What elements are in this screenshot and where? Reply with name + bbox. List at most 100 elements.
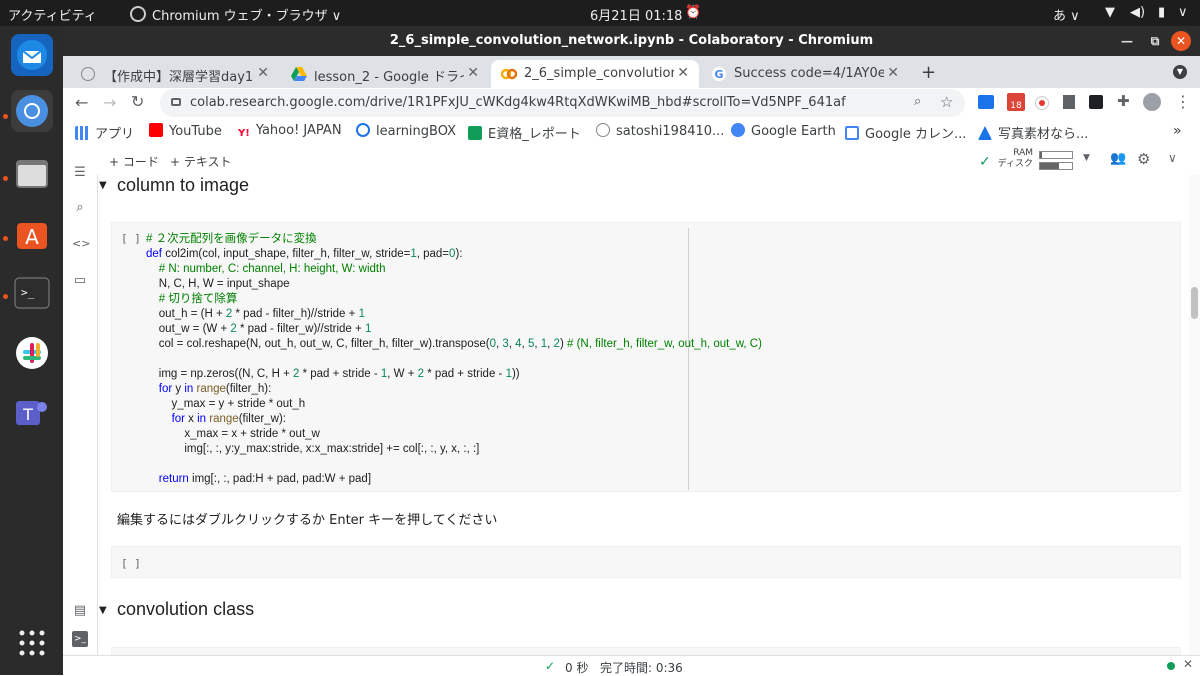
profile-avatar[interactable] — [1143, 93, 1161, 111]
zoom-search-icon[interactable]: ⌕ — [914, 94, 921, 109]
bookmark-learningbox[interactable]: learningBOX — [356, 123, 456, 139]
tab-strip: 【作成中】深層学習day1... ✕ lesson_2 - Google ドライ… — [63, 56, 1200, 88]
slack-icon[interactable] — [11, 332, 53, 374]
reload-button[interactable]: ↻ — [131, 92, 144, 111]
chromium-icon — [130, 6, 146, 22]
bookmark-satoshi[interactable]: satoshi198410... — [596, 123, 724, 139]
volume-icon[interactable]: ◀) — [1130, 5, 1145, 20]
code-snippets-icon[interactable]: <> — [72, 236, 90, 252]
lock-icon[interactable] — [171, 98, 181, 106]
section-collapse-caret-icon[interactable]: ▼ — [99, 605, 107, 616]
terminal-icon[interactable]: >_ — [11, 272, 53, 314]
system-menu-chevron-icon[interactable]: ∨ — [1178, 5, 1188, 20]
empty-code-cell[interactable] — [111, 546, 1181, 578]
address-bar[interactable]: colab.research.google.com/drive/1R1PFxJU… — [160, 89, 965, 117]
forward-button[interactable]: → — [103, 93, 116, 112]
close-tab-icon[interactable]: ✕ — [467, 65, 479, 81]
extension-2-icon[interactable] — [1089, 95, 1103, 109]
section-heading-convolution[interactable]: convolution class — [117, 599, 254, 620]
teams-icon[interactable]: T — [11, 392, 53, 434]
terminal-panel-icon[interactable]: >_ — [72, 631, 88, 647]
bookmarks-bar: アプリ YouTube Y! Yahoo! JAPAN learningBOX E… — [63, 118, 1200, 146]
tab-document[interactable]: 【作成中】深層学習day1... ✕ — [71, 60, 279, 88]
reader-extension-icon[interactable] — [1063, 95, 1075, 109]
svg-text:>_: >_ — [21, 286, 35, 299]
bookmark-google-calendar[interactable]: Google カレン... — [845, 123, 966, 142]
code-line: img = np.zeros((N, C, H + 2 * pad + stri… — [146, 368, 520, 380]
maximize-button[interactable]: ⧉ — [1145, 31, 1165, 51]
status-bar: ✓ 0 秒 完了時間: 0:36 ✕ — [63, 655, 1200, 676]
window-title-bar: 2_6_simple_convolution_network.ipynb - C… — [63, 26, 1200, 56]
scrollbar-thumb[interactable] — [1191, 287, 1198, 319]
code-line: col = col.reshape(N, out_h, out_w, C, fi… — [146, 338, 762, 350]
system-top-bar: アクティビティ Chromium ウェブ・ブラウザ ∨ 6月21日 01:18 … — [0, 0, 1200, 26]
ram-meter[interactable] — [1039, 151, 1073, 159]
activities-button[interactable]: アクティビティ — [8, 5, 97, 24]
browser-menu-icon[interactable]: ⋮ — [1175, 92, 1191, 111]
bookmark-photo[interactable]: 写真素材なら... — [978, 123, 1088, 142]
search-icon[interactable]: ⌕ — [72, 200, 88, 216]
tab-colab[interactable]: 2_6_simple_convolution_n ✕ — [491, 60, 699, 88]
battery-icon[interactable]: ▮ — [1158, 5, 1165, 20]
gmail-extension-icon[interactable]: 18 — [1007, 93, 1025, 111]
wifi-icon[interactable]: ▼ — [1105, 5, 1115, 20]
tab-google-drive[interactable]: lesson_2 - Google ドライブ ✕ — [281, 60, 489, 88]
code-editor[interactable]: # ２次元配列を画像データに変換 def col2im(col, input_s… — [146, 232, 762, 487]
bookmark-google-earth[interactable]: Google Earth — [731, 123, 836, 139]
code-line: # 切り捨て除算 — [146, 293, 238, 305]
add-text-button[interactable]: + テキスト — [170, 153, 232, 170]
close-tab-icon[interactable]: ✕ — [677, 65, 689, 81]
files-icon[interactable] — [11, 152, 53, 194]
back-button[interactable]: ← — [75, 93, 88, 112]
close-status-icon[interactable]: ✕ — [1183, 657, 1193, 671]
bookmark-star-icon[interactable]: ☆ — [940, 93, 953, 111]
chromium-dock-icon[interactable] — [11, 90, 53, 132]
notebook-scrollbar[interactable] — [1189, 175, 1200, 655]
bookmark-youtube[interactable]: YouTube — [149, 123, 222, 139]
files-folder-icon[interactable]: ▭ — [72, 273, 88, 289]
more-bookmarks-icon[interactable]: » — [1173, 123, 1182, 139]
youtube-icon — [149, 123, 163, 137]
bookmark-yahoo[interactable]: Y! Yahoo! JAPAN — [238, 123, 342, 139]
bookmark-e-report[interactable]: E資格_レポート — [468, 123, 581, 142]
empty-text-cell[interactable]: 編集するにはダブルクリックするか Enter キーを押してください — [117, 509, 497, 528]
run-cell-button[interactable]: [ ] — [121, 557, 141, 570]
resources-labels[interactable]: RAM ディスク — [995, 148, 1033, 170]
tab-success-code[interactable]: G Success code=4/1AY0e-g4 ✕ — [701, 60, 909, 88]
tab-search-icon[interactable]: ▼ — [1173, 65, 1187, 79]
code-line: for x in range(filter_w): — [171, 413, 286, 425]
close-window-button[interactable]: ✕ — [1171, 31, 1191, 51]
url-text[interactable]: colab.research.google.com/drive/1R1PFxJU… — [190, 95, 846, 110]
close-tab-icon[interactable]: ✕ — [257, 65, 269, 81]
add-code-button[interactable]: + コード — [109, 153, 159, 170]
command-palette-icon[interactable]: ▤ — [72, 603, 88, 619]
close-tab-icon[interactable]: ✕ — [887, 65, 899, 81]
thunderbird-icon[interactable] — [11, 34, 53, 76]
app-menu[interactable]: Chromium ウェブ・ブラウザ ∨ — [130, 5, 341, 24]
clock[interactable]: 6月21日 01:18 — [590, 5, 682, 24]
photo-site-icon — [978, 126, 992, 140]
share-people-icon[interactable]: 👥 — [1110, 151, 1126, 166]
settings-gear-icon[interactable]: ⚙ — [1137, 150, 1150, 168]
extension-icon[interactable] — [978, 95, 994, 109]
learningbox-icon — [356, 123, 370, 137]
input-method[interactable]: あ ∨ — [1053, 5, 1080, 24]
section-collapse-caret-icon[interactable]: ▼ — [99, 180, 107, 191]
new-tab-button[interactable]: + — [921, 62, 936, 83]
show-applications-icon[interactable] — [11, 622, 53, 664]
software-store-icon[interactable]: A — [11, 212, 53, 254]
code-line: return img[:, :, pad:H + pad, pad:W + pa… — [158, 473, 372, 485]
runtime-dropdown-icon[interactable]: ▼ — [1083, 153, 1090, 163]
collapse-header-icon[interactable]: ∨ — [1168, 151, 1177, 165]
window-title: 2_6_simple_convolution_network.ipynb - C… — [389, 33, 874, 48]
section-heading-col2im[interactable]: column to image — [117, 175, 249, 196]
disk-meter[interactable] — [1039, 162, 1073, 170]
run-cell-button[interactable]: [ ] — [121, 232, 141, 245]
colab-icon — [501, 68, 517, 80]
record-extension-icon[interactable] — [1035, 96, 1049, 110]
extensions-puzzle-icon[interactable]: ✚ — [1117, 92, 1130, 110]
bookmark-apps[interactable]: アプリ — [75, 123, 134, 142]
table-of-contents-icon[interactable]: ☰ — [72, 165, 88, 181]
code-line: img[:, :, y:y_max:stride, x:x_max:stride… — [146, 443, 480, 455]
minimize-button[interactable]: — — [1117, 31, 1137, 51]
